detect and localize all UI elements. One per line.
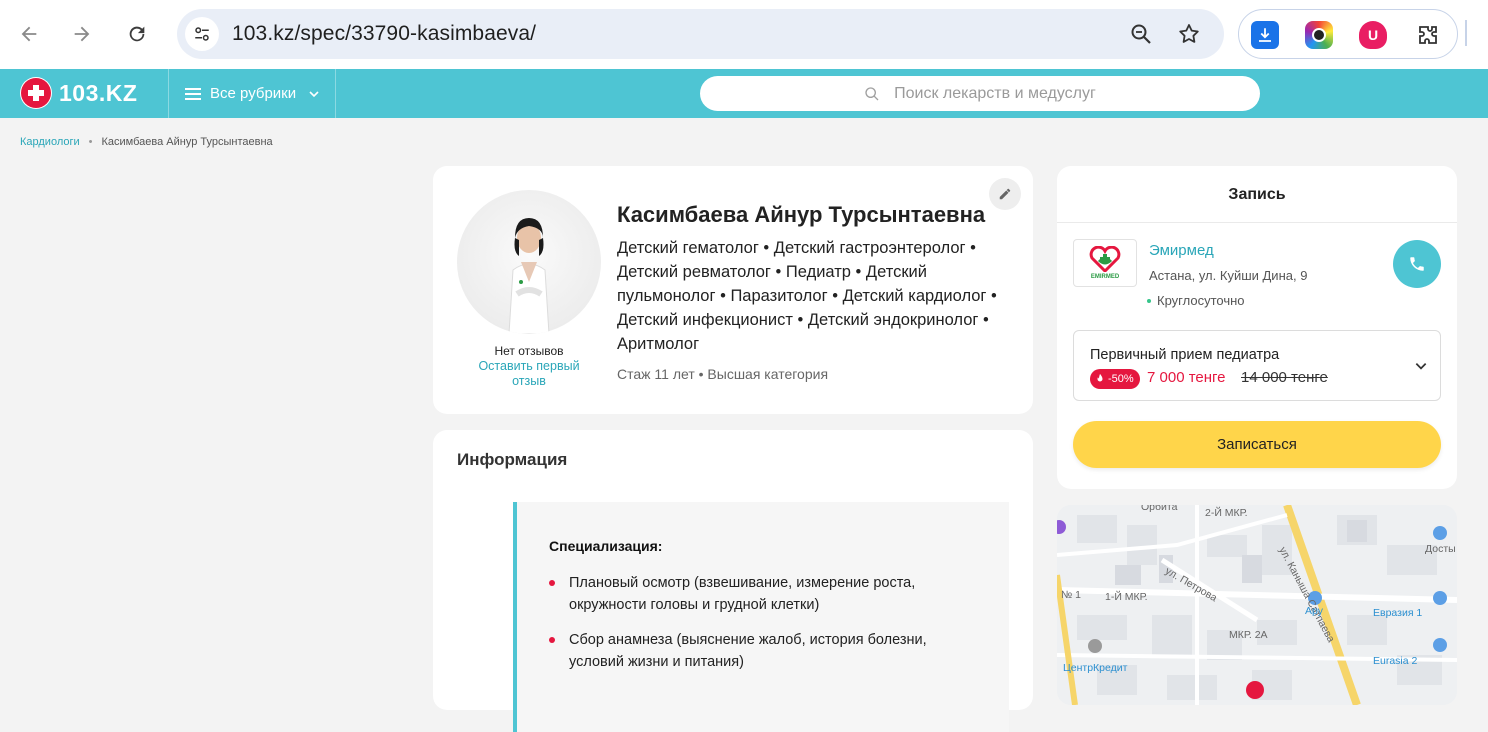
list-item: Плановый осмотр (взвешивание, измерение … bbox=[549, 572, 979, 616]
no-reviews-text: Нет отзывов bbox=[494, 344, 564, 358]
search-placeholder: Поиск лекарств и медуслуг bbox=[894, 84, 1096, 102]
heart-logo-icon bbox=[1089, 246, 1121, 272]
breadcrumb-separator: • bbox=[88, 136, 93, 148]
reload-icon bbox=[129, 26, 145, 42]
all-rubrics-menu[interactable]: Все рубрики bbox=[168, 69, 336, 118]
specialization-list: Плановый осмотр (взвешивание, измерение … bbox=[549, 572, 979, 686]
breadcrumb-cardiologists[interactable]: Кардиологи bbox=[20, 136, 80, 148]
price-old: 14 000 тенге bbox=[1241, 369, 1328, 386]
clinic-logo-text: EMIRMED bbox=[1090, 274, 1120, 280]
rubrics-label: Все рубрики bbox=[210, 85, 297, 102]
breadcrumb-current: Касимбаева Айнур Турсынтаевна bbox=[101, 136, 273, 148]
doctor-name: Касимбаева Айнур Турсынтаевна bbox=[617, 202, 986, 227]
back-button[interactable] bbox=[13, 18, 45, 50]
book-appointment-button[interactable]: Записаться bbox=[1073, 421, 1441, 468]
download-extension-icon[interactable] bbox=[1251, 21, 1279, 49]
booking-title: Запись bbox=[1228, 186, 1286, 203]
logo-text: 103.KZ bbox=[59, 79, 138, 106]
doctor-specialties: Детский гематолог • Детский гастроэнтеро… bbox=[617, 239, 997, 353]
map-label: Ару bbox=[1305, 605, 1323, 617]
chevron-down-icon bbox=[1415, 363, 1427, 370]
site-header: 103.KZ Все рубрики Поиск лекарств и меду… bbox=[0, 69, 1488, 118]
discount-badge: -50% bbox=[1090, 369, 1140, 389]
zoom-icon[interactable] bbox=[1129, 22, 1153, 46]
arrow-right-icon bbox=[74, 26, 90, 42]
divider bbox=[1057, 222, 1457, 223]
edit-button[interactable] bbox=[989, 178, 1021, 210]
service-select[interactable]: Первичный прием педиатра -50% 7 000 тенг… bbox=[1073, 330, 1441, 401]
price-new: 7 000 тенге bbox=[1147, 369, 1226, 386]
map-label: ЦентрКредит bbox=[1063, 662, 1128, 674]
fire-icon bbox=[1097, 374, 1103, 382]
list-item: Сбор анамнеза (выяснение жалоб, история … bbox=[549, 629, 979, 673]
information-title: Информация bbox=[457, 450, 568, 469]
map[interactable]: Орбита 2-Й МКР. ул. Каныша Сатпаева Дост… bbox=[1057, 505, 1457, 705]
search-input[interactable]: Поиск лекарств и медуслуг bbox=[700, 76, 1260, 111]
doctor-profile-card: Нет отзывов Оставить первый отзыв Касимб… bbox=[433, 166, 1033, 414]
map-label: № 1 bbox=[1061, 589, 1082, 601]
bookmark-star-icon[interactable] bbox=[1177, 22, 1201, 46]
site-logo[interactable]: 103.KZ bbox=[20, 77, 137, 109]
booking-card: Запись EMIRMED Эмирмед Астана, ул. Куйши… bbox=[1057, 166, 1457, 489]
map-label: Eurasia 2 bbox=[1373, 655, 1418, 667]
browser-chrome: 103.kz/spec/33790-kasimbaeva/ U bbox=[0, 0, 1488, 69]
call-button[interactable] bbox=[1393, 240, 1441, 288]
breadcrumb: Кардиологи • Касимбаева Айнур Турсынтаев… bbox=[20, 136, 273, 148]
chevron-down-icon bbox=[309, 90, 319, 97]
doctor-avatar bbox=[457, 190, 601, 334]
cross-logo-icon bbox=[20, 77, 52, 109]
service-name: Первичный прием педиатра bbox=[1090, 347, 1280, 363]
map-label: 1-Й МКР. bbox=[1105, 591, 1148, 603]
map-label: Досты bbox=[1425, 543, 1456, 555]
screen-recorder-extension-icon[interactable] bbox=[1305, 21, 1333, 49]
map-label: Орбита bbox=[1141, 505, 1178, 513]
arrow-left-icon bbox=[21, 26, 37, 42]
map-graphic bbox=[1057, 505, 1457, 705]
specialization-title: Специализация: bbox=[549, 538, 663, 554]
puzzle-extensions-icon[interactable] bbox=[1414, 21, 1442, 49]
leave-first-review-link[interactable]: Оставить первый отзыв bbox=[471, 359, 587, 389]
pencil-icon bbox=[999, 188, 1011, 200]
toolbar-divider bbox=[1465, 20, 1467, 46]
doctor-experience: Стаж 11 лет • Высшая категория bbox=[617, 366, 829, 382]
reload-button[interactable] bbox=[121, 18, 153, 50]
extensions-area: U bbox=[1238, 9, 1458, 59]
map-label: 2-Й МКР. bbox=[1205, 507, 1248, 519]
phone-icon bbox=[1410, 257, 1424, 271]
search-icon bbox=[865, 86, 879, 100]
shield-extension-icon[interactable]: U bbox=[1359, 21, 1387, 49]
map-label: МКР. 2А bbox=[1229, 629, 1268, 641]
doctor-photo bbox=[508, 218, 550, 334]
site-settings-icon[interactable] bbox=[185, 17, 219, 51]
forward-button[interactable] bbox=[66, 18, 98, 50]
address-bar[interactable]: 103.kz/spec/33790-kasimbaeva/ bbox=[177, 9, 1224, 59]
information-card: Информация Специализация: Плановый осмот… bbox=[433, 430, 1033, 732]
discount-value: -50% bbox=[1108, 373, 1134, 385]
map-label: Евразия 1 bbox=[1373, 607, 1423, 619]
clinic-address: Астана, ул. Куйши Дина, 9 bbox=[1149, 268, 1308, 283]
menu-icon bbox=[185, 87, 201, 100]
url-text[interactable]: 103.kz/spec/33790-kasimbaeva/ bbox=[232, 22, 536, 46]
clinic-name-link[interactable]: Эмирмед bbox=[1149, 242, 1214, 259]
clinic-hours: Круглосуточно bbox=[1147, 293, 1245, 308]
clinic-logo[interactable]: EMIRMED bbox=[1073, 239, 1137, 287]
specialization-block: Специализация: Плановый осмотр (взвешива… bbox=[513, 502, 1009, 732]
